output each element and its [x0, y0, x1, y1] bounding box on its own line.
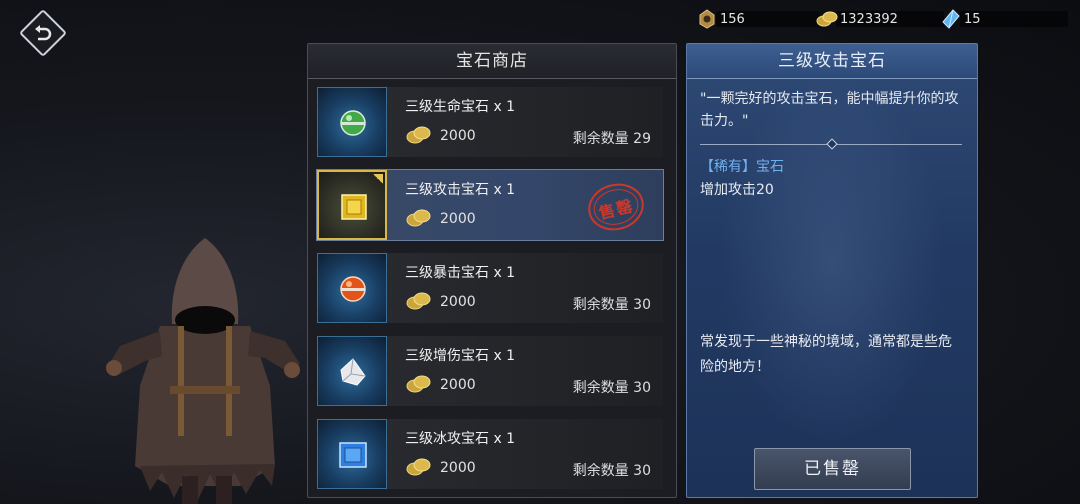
item-remaining: 剩余数量 30	[572, 297, 651, 313]
currency-gold: 1323392	[816, 8, 944, 30]
gem-shop-panel: 宝石商店 三级生命宝石 x 1 2000 剩余数量 29 三级攻击宝石 x 1	[307, 43, 677, 498]
item-name: 三级攻击宝石 x 1	[405, 182, 516, 198]
shop-item-attack-gem[interactable]: 三级攻击宝石 x 1 2000 售罄	[316, 169, 664, 241]
currency-crystal: 15	[940, 8, 1068, 30]
item-remaining: 剩余数量 29	[572, 131, 651, 147]
item-rarity: 【稀有】宝石	[700, 159, 784, 175]
gold-coin-icon	[816, 11, 838, 27]
item-name: 三级增伤宝石 x 1	[405, 348, 516, 364]
red-gem-icon	[340, 276, 366, 302]
sold-out-stamp: 售罄	[582, 176, 650, 239]
back-button[interactable]	[18, 8, 68, 58]
shop-item-damage-gem[interactable]: 三级增伤宝石 x 1 2000 剩余数量 30	[317, 336, 663, 406]
item-lore: 常发现于一些神秘的境域，通常都是些危险的地方！	[700, 334, 952, 375]
item-description: "一颗完好的攻击宝石，能中幅提升你的攻击力。"	[700, 91, 959, 129]
gold-coin-icon	[406, 458, 431, 476]
item-icon-frame	[317, 170, 387, 240]
gold-coin-icon	[406, 292, 431, 310]
shop-title: 宝石商店	[308, 44, 676, 79]
gold-coin-icon	[406, 375, 431, 393]
back-arrow-icon	[35, 25, 52, 41]
selected-corner-mark	[373, 174, 383, 184]
item-icon-frame	[317, 87, 387, 157]
gold-coin-icon	[406, 126, 431, 144]
shop-item-life-gem[interactable]: 三级生命宝石 x 1 2000 剩余数量 29	[317, 87, 663, 157]
currency-soul-token: 156	[696, 8, 820, 30]
blue-crystal-icon	[942, 9, 960, 29]
item-price: 2000	[440, 128, 476, 144]
green-gem-icon	[340, 110, 366, 136]
item-name: 三级冰攻宝石 x 1	[405, 431, 516, 447]
yellow-gem-icon	[341, 194, 367, 220]
item-effect: 增加攻击20	[700, 182, 774, 198]
detail-title: 三级攻击宝石	[687, 44, 977, 79]
white-gem-icon	[340, 358, 366, 386]
item-price: 2000	[440, 211, 476, 227]
blue-gem-icon	[339, 442, 367, 468]
soul-token-count: 156	[720, 11, 745, 27]
item-remaining: 剩余数量 30	[572, 380, 651, 396]
item-icon-frame	[317, 253, 387, 323]
gold-coin-icon	[406, 209, 431, 227]
divider-diamond-icon	[826, 138, 838, 150]
item-name: 三级生命宝石 x 1	[405, 99, 516, 115]
shop-item-crit-gem[interactable]: 三级暴击宝石 x 1 2000 剩余数量 30	[317, 253, 663, 323]
soul-token-icon	[699, 9, 715, 29]
shop-item-ice-gem[interactable]: 三级冰攻宝石 x 1 2000 剩余数量 30	[317, 419, 663, 489]
item-icon-frame	[317, 419, 387, 489]
item-price: 2000	[440, 460, 476, 476]
item-icon-frame	[317, 336, 387, 406]
item-remaining: 剩余数量 30	[572, 463, 651, 479]
sold-out-button[interactable]: 已售罄	[754, 448, 911, 490]
crystal-count: 15	[964, 11, 981, 27]
item-name: 三级暴击宝石 x 1	[405, 265, 516, 281]
hooded-merchant-character	[106, 238, 300, 504]
item-price: 2000	[440, 294, 476, 310]
gold-count: 1323392	[840, 11, 898, 27]
item-detail-panel: 三级攻击宝石 "一颗完好的攻击宝石，能中幅提升你的攻击力。" 【稀有】宝石 增加…	[686, 43, 978, 498]
item-price: 2000	[440, 377, 476, 393]
